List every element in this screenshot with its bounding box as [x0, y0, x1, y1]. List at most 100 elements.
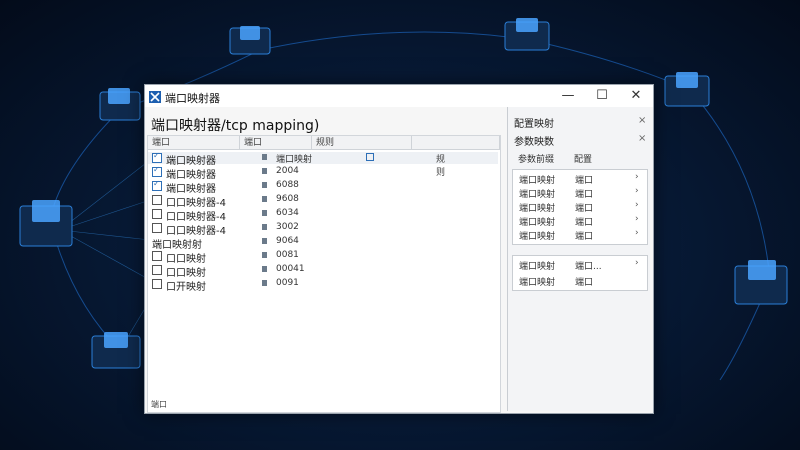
row-name: 端口映射器 [166, 156, 216, 167]
column-header-rule[interactable]: 规则 [312, 136, 412, 150]
row-checkbox[interactable] [152, 265, 162, 275]
row-name: 端口映射器 [166, 184, 216, 195]
row-checkbox[interactable] [152, 209, 162, 219]
row-name: 口口映射 [166, 268, 206, 279]
row-checkbox[interactable] [152, 179, 162, 191]
chevron-right-icon: › [635, 228, 639, 238]
row-checkbox[interactable] [152, 151, 162, 163]
row-port: 0091 [276, 278, 299, 288]
chevron-right-icon: › [635, 186, 639, 196]
param-prefix-row[interactable]: 参数前缀 配置 [514, 151, 644, 165]
port-icon [262, 196, 267, 202]
table-row[interactable]: 端口映射器 6088 [152, 179, 452, 195]
column-header-name[interactable]: 端口 [148, 136, 240, 150]
port-icon [262, 238, 267, 244]
panel-title: 配置映射 [514, 119, 554, 130]
row-port: 6088 [276, 180, 299, 190]
mapping-table: 端口 端口 规则 端口映射器 端口映射 规则 端口映射器 2004 端口映射器 … [147, 135, 501, 413]
status-bar: 端口 [147, 400, 647, 413]
row-checkbox[interactable] [152, 223, 162, 233]
panel-subtitle: 参数映数 [514, 137, 554, 148]
status-text: 端口 [151, 400, 167, 409]
settings-row[interactable]: 端口映射 端口 › [515, 200, 645, 214]
settings-group-2: 端口映射 端口... › 端口映射 端口 [512, 255, 648, 291]
row-name: 端口映射器 [166, 170, 216, 181]
table-row[interactable]: 端口映射器 端口映射 规则 [152, 151, 452, 178]
row-port: 9608 [276, 194, 299, 204]
table-row[interactable]: 口口映射器-4 6034 [152, 208, 452, 223]
settings-value: 端口 [575, 232, 594, 242]
settings-label: 端口映射 [519, 218, 556, 228]
chevron-right-icon: › [635, 258, 639, 268]
port-icon [262, 182, 267, 188]
row-name: 口口映射器-4 [166, 226, 226, 237]
row-port: 9064 [276, 236, 299, 246]
maximize-button[interactable]: ☐ [585, 85, 619, 107]
settings-group: 端口映射 端口 › 端口映射 端口 › 端口映射 端口 › 端口映射 端口 › … [512, 169, 648, 245]
panel-close-icon[interactable]: × [638, 115, 646, 126]
app-logo-icon [149, 91, 161, 103]
row-name: 口口映射 [166, 254, 206, 265]
table-row[interactable]: 口口映射 0081 [152, 250, 452, 265]
chevron-right-icon: › [635, 172, 639, 182]
titlebar: 端口映射器 — ☐ ✕ [145, 85, 653, 107]
row-port: 端口映射 [276, 155, 313, 165]
settings-value: 端口 [575, 278, 594, 288]
port-icon [262, 168, 267, 174]
table-row[interactable]: 口口映射 00041 [152, 264, 452, 279]
port-icon [262, 224, 267, 230]
port-icon [262, 252, 267, 258]
settings-row[interactable]: 端口映射 端口 › [515, 186, 645, 200]
row-name: 口口映射器-4 [166, 212, 226, 223]
settings-value: 端口 [575, 176, 594, 186]
row-checkbox[interactable] [152, 251, 162, 261]
column-header-port[interactable]: 端口 [240, 136, 312, 150]
row-port: 6034 [276, 208, 299, 218]
settings-row[interactable]: 端口映射 端口... › [515, 258, 645, 272]
chevron-right-icon: › [635, 200, 639, 210]
window-title: 端口映射器 [165, 92, 220, 105]
port-icon [262, 280, 267, 286]
row-checkbox[interactable] [152, 165, 162, 177]
table-row[interactable]: 端口映射射 9064 [152, 236, 452, 251]
settings-label: 端口映射 [519, 278, 556, 288]
settings-row[interactable]: 端口映射 端口 › [515, 172, 645, 186]
param-label: 参数前缀 [518, 155, 555, 165]
row-port: 2004 [276, 166, 299, 176]
settings-row[interactable]: 端口映射 端口 › [515, 214, 645, 228]
row-checkbox[interactable] [152, 195, 162, 205]
settings-row[interactable]: 端口映射 端口 › [515, 228, 645, 242]
table-row[interactable]: 端口映射器 2004 [152, 165, 452, 181]
settings-value: 端口... [575, 262, 602, 272]
row-port: 00041 [276, 264, 305, 274]
settings-label: 端口映射 [519, 232, 556, 242]
row-name: 口开映射 [166, 282, 206, 293]
settings-label: 端口映射 [519, 176, 556, 186]
table-row[interactable]: 口开映射 0091 [152, 278, 452, 293]
port-icon [262, 154, 267, 160]
rule-checkbox[interactable] [366, 153, 374, 161]
port-icon [262, 266, 267, 272]
row-name: 口口映射器-4 [166, 198, 226, 209]
row-checkbox[interactable] [152, 279, 162, 289]
close-button[interactable]: ✕ [619, 85, 653, 107]
subpanel-close-icon[interactable]: × [638, 133, 646, 144]
table-row[interactable]: 口口映射器-4 3002 [152, 222, 452, 237]
minimize-button[interactable]: — [551, 85, 585, 107]
settings-row[interactable]: 端口映射 端口 [515, 274, 645, 288]
table-row[interactable]: 口口映射器-4 9608 [152, 194, 452, 209]
row-port: 0081 [276, 250, 299, 260]
column-header-extra[interactable] [412, 136, 500, 150]
row-port: 3002 [276, 222, 299, 232]
page-title: 端口映射器/tcp mapping) [151, 118, 320, 134]
row-name: 端口映射射 [152, 240, 202, 251]
app-window: 端口映射器 — ☐ ✕ 端口映射器/tcp mapping) 端口 端口 规则 … [144, 84, 654, 414]
settings-label: 端口映射 [519, 190, 556, 200]
settings-label: 端口映射 [519, 204, 556, 214]
settings-value: 端口 [575, 190, 594, 200]
config-panel: 配置映射 × 参数映数 × 参数前缀 配置 端口映射 端口 › 端口映射 端口 … [507, 107, 650, 411]
settings-value: 端口 [575, 218, 594, 228]
settings-label: 端口映射 [519, 262, 556, 272]
port-icon [262, 210, 267, 216]
chevron-right-icon: › [635, 214, 639, 224]
